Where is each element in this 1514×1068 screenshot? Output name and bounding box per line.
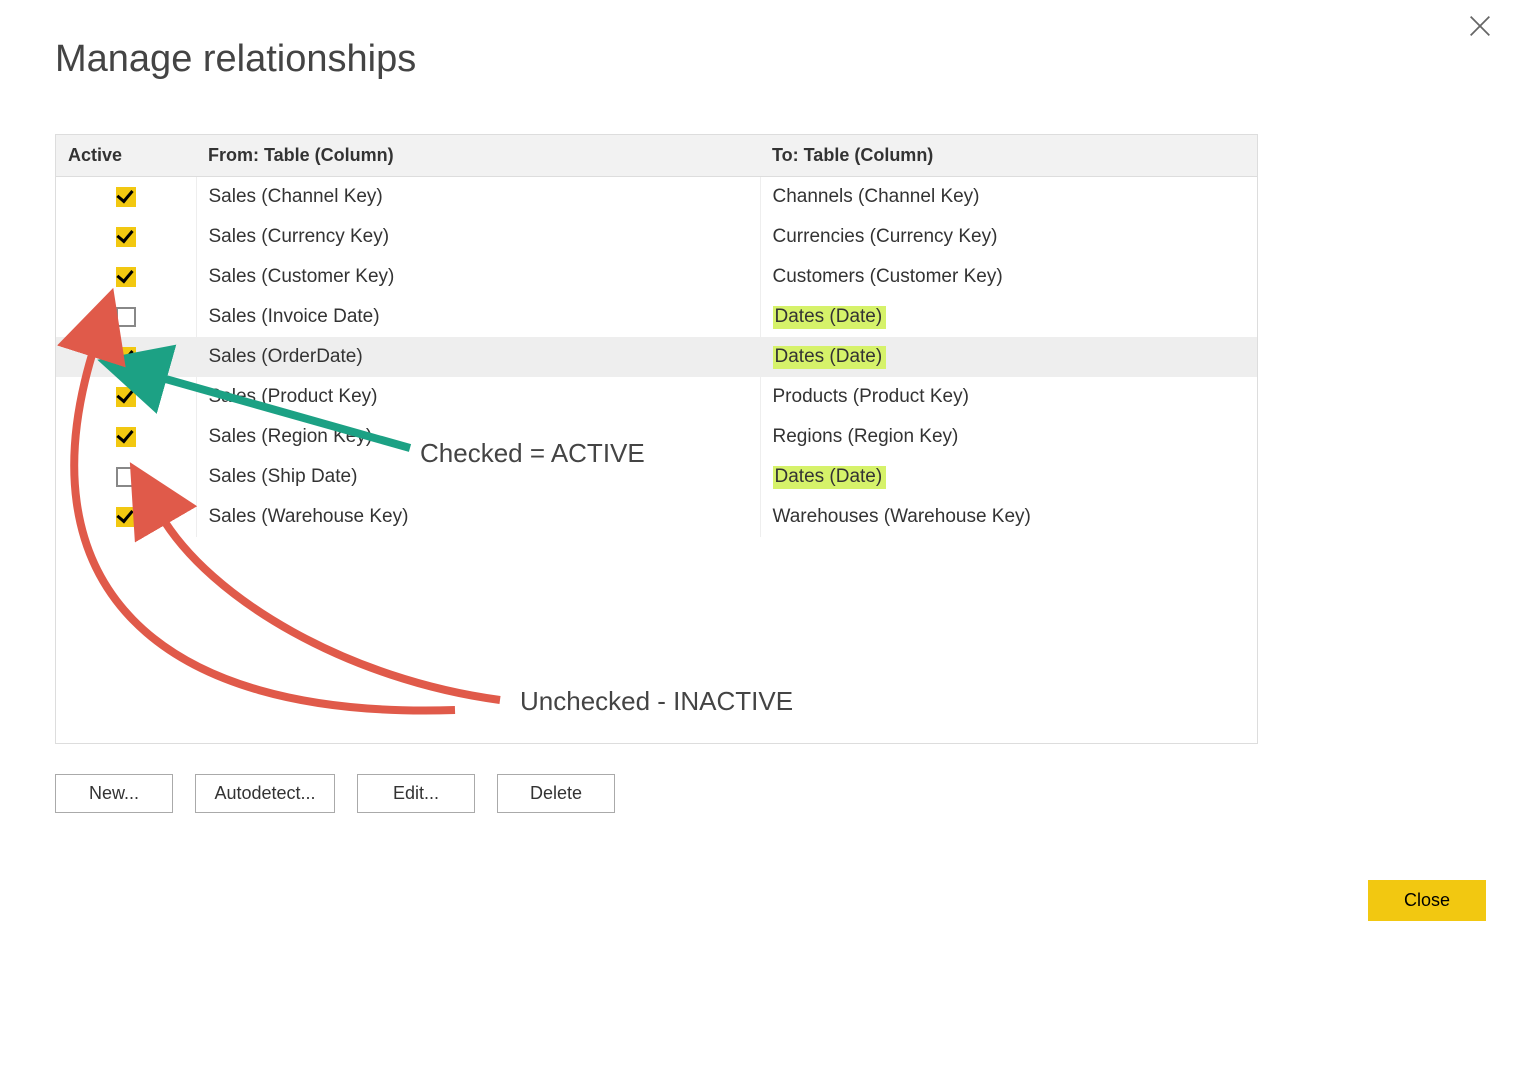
active-checkbox[interactable] — [116, 307, 136, 327]
from-cell: Sales (OrderDate) — [196, 337, 760, 377]
to-cell: Dates (Date) — [760, 337, 1257, 377]
to-cell: Regions (Region Key) — [760, 417, 1257, 457]
table-row[interactable]: Sales (Product Key)Products (Product Key… — [56, 377, 1257, 417]
active-checkbox[interactable] — [116, 467, 136, 487]
to-cell: Dates (Date) — [760, 297, 1257, 337]
from-cell: Sales (Region Key) — [196, 417, 760, 457]
column-header-to: To: Table (Column) — [760, 135, 1257, 177]
from-cell: Sales (Currency Key) — [196, 217, 760, 257]
active-checkbox[interactable] — [116, 427, 136, 447]
to-cell: Channels (Channel Key) — [760, 177, 1257, 218]
to-cell: Customers (Customer Key) — [760, 257, 1257, 297]
from-cell: Sales (Channel Key) — [196, 177, 760, 218]
table-row[interactable]: Sales (Warehouse Key)Warehouses (Warehou… — [56, 497, 1257, 537]
to-cell: Products (Product Key) — [760, 377, 1257, 417]
to-cell: Warehouses (Warehouse Key) — [760, 497, 1257, 537]
close-icon[interactable] — [1466, 12, 1494, 40]
to-cell: Dates (Date) — [760, 457, 1257, 497]
from-cell: Sales (Product Key) — [196, 377, 760, 417]
close-button[interactable]: Close — [1368, 880, 1486, 921]
delete-button[interactable]: Delete — [497, 774, 615, 813]
table-row[interactable]: Sales (Currency Key)Currencies (Currency… — [56, 217, 1257, 257]
from-cell: Sales (Warehouse Key) — [196, 497, 760, 537]
table-row[interactable]: Sales (Customer Key)Customers (Customer … — [56, 257, 1257, 297]
from-cell: Sales (Ship Date) — [196, 457, 760, 497]
active-checkbox[interactable] — [116, 387, 136, 407]
from-cell: Sales (Customer Key) — [196, 257, 760, 297]
from-cell: Sales (Invoice Date) — [196, 297, 760, 337]
table-row[interactable]: Sales (OrderDate)Dates (Date) — [56, 337, 1257, 377]
table-row[interactable]: Sales (Ship Date)Dates (Date) — [56, 457, 1257, 497]
active-checkbox[interactable] — [116, 347, 136, 367]
new-button[interactable]: New... — [55, 774, 173, 813]
table-row[interactable]: Sales (Channel Key)Channels (Channel Key… — [56, 177, 1257, 218]
active-checkbox[interactable] — [116, 187, 136, 207]
autodetect-button[interactable]: Autodetect... — [195, 774, 335, 813]
column-header-active: Active — [56, 135, 196, 177]
dialog-title: Manage relationships — [0, 0, 1514, 81]
dialog-buttons: New... Autodetect... Edit... Delete — [55, 774, 615, 813]
manage-relationships-dialog: Manage relationships Active From: Table … — [0, 0, 1514, 1068]
edit-button[interactable]: Edit... — [357, 774, 475, 813]
active-checkbox[interactable] — [116, 227, 136, 247]
table-row[interactable]: Sales (Invoice Date)Dates (Date) — [56, 297, 1257, 337]
column-header-from: From: Table (Column) — [196, 135, 760, 177]
to-cell: Currencies (Currency Key) — [760, 217, 1257, 257]
relationships-table: Active From: Table (Column) To: Table (C… — [55, 134, 1258, 744]
active-checkbox[interactable] — [116, 267, 136, 287]
table-row[interactable]: Sales (Region Key)Regions (Region Key) — [56, 417, 1257, 457]
active-checkbox[interactable] — [116, 507, 136, 527]
